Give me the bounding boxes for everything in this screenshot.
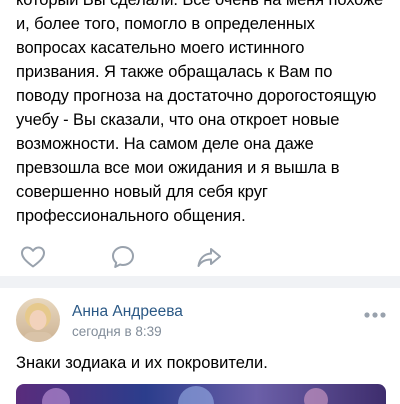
more-button[interactable] xyxy=(362,304,388,326)
post-text-line: призвания. Я также обращалась к Вам по xyxy=(16,63,333,81)
post-timestamp[interactable]: сегодня в 8:39 xyxy=(72,324,162,339)
comment-icon xyxy=(112,246,134,268)
like-button[interactable] xyxy=(18,242,48,272)
heart-icon xyxy=(21,246,45,268)
feed-separator xyxy=(0,276,400,288)
author-name[interactable]: Анна Андреева xyxy=(72,303,183,321)
post-text: Знаки зодиака и их покровители. xyxy=(16,354,268,372)
post-image-picture xyxy=(16,384,386,404)
post-text-line: вопросах касательно моего истинного xyxy=(16,39,305,57)
post-text-line: учебу - Вы сказали, что она откроет новы… xyxy=(16,111,340,129)
post-text-line: и, более того, помогло в определенных xyxy=(16,15,315,33)
post-actions xyxy=(0,236,400,276)
avatar-image xyxy=(16,298,60,342)
post-text: который Вы сделали. Все очень на меня по… xyxy=(16,0,388,228)
feed-post: Анна Андреева сегодня в 8:39 Знаки зодиа… xyxy=(0,288,400,404)
post-text-line: профессионального общения. xyxy=(16,207,246,225)
avatar[interactable] xyxy=(16,298,60,342)
comment-button[interactable] xyxy=(108,242,138,272)
share-icon xyxy=(197,248,221,267)
share-button[interactable] xyxy=(194,242,224,272)
post-text-line: поводу прогноза на достаточно дорогостоя… xyxy=(16,87,377,105)
post-text-line: превзошла все мои ожидания и я вышла в xyxy=(16,159,340,177)
more-icon xyxy=(364,312,386,318)
post-image[interactable] xyxy=(16,384,386,404)
post-text-line: который Вы сделали. Все очень на меня по… xyxy=(16,0,384,9)
post-text-line: совершенно новый для себя круг xyxy=(16,183,268,201)
post-text-line: возможности. На самом деле она даже xyxy=(16,135,314,153)
